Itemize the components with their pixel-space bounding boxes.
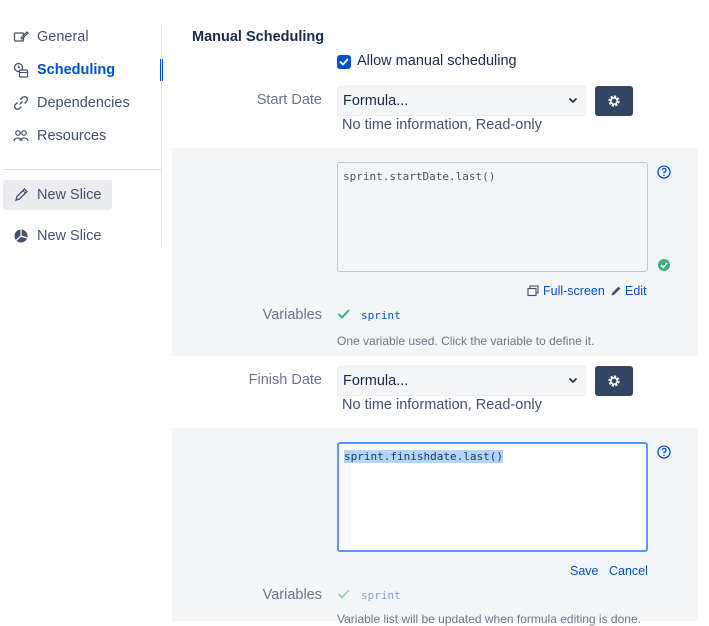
sidebar-slice-1[interactable]: New Slice	[0, 181, 112, 209]
sidebar-item-label: Scheduling	[37, 62, 116, 78]
edit-link[interactable]: Edit	[610, 284, 647, 298]
edit-settings-icon	[12, 28, 30, 46]
section-title: Manual Scheduling	[192, 29, 325, 45]
allow-manual-label: Allow manual scheduling	[357, 53, 517, 69]
allow-manual-checkbox[interactable]	[337, 55, 351, 69]
sidebar: General Scheduling Dependencies Resource…	[0, 0, 163, 621]
fullscreen-icon	[527, 285, 539, 297]
finish-formula-code: sprint.finishdate.last()	[344, 450, 503, 463]
sidebar-border	[161, 26, 162, 248]
start-date-select[interactable]: Formula...	[337, 86, 586, 116]
sidebar-item-label: General	[37, 29, 89, 45]
finish-variable-sprint: sprint	[361, 589, 401, 602]
gear-icon	[608, 375, 620, 387]
pencil-icon	[611, 286, 621, 296]
sidebar-item-general[interactable]: General	[0, 23, 160, 51]
gear-icon	[608, 95, 620, 107]
pencil-icon	[12, 186, 30, 204]
finish-date-settings-button[interactable]	[595, 366, 633, 396]
fullscreen-label: Full-screen	[543, 284, 605, 298]
sidebar-item-resources[interactable]: Resources	[0, 122, 160, 150]
start-variables-note: One variable used. Click the variable to…	[337, 334, 595, 348]
valid-check-icon	[657, 258, 671, 272]
chevron-down-icon	[568, 377, 578, 384]
start-variables-label: Variables	[262, 307, 322, 323]
start-date-settings-button[interactable]	[595, 86, 633, 116]
finish-variables-note: Variable list will be updated when formu…	[337, 612, 641, 626]
calendar-icon	[12, 61, 30, 79]
check-icon	[339, 58, 349, 66]
help-icon[interactable]	[657, 445, 671, 459]
finish-formula-editor[interactable]: sprint.finishdate.last()	[337, 442, 648, 552]
fullscreen-link[interactable]: Full-screen	[527, 284, 605, 298]
finish-date-select-value: Formula...	[343, 373, 409, 389]
finish-date-label: Finish Date	[248, 372, 322, 388]
finish-date-info: No time information, Read-only	[342, 397, 542, 413]
edit-label: Edit	[625, 284, 647, 298]
start-variable-sprint[interactable]: sprint	[361, 309, 401, 322]
start-formula-code: sprint.startDate.last()	[343, 170, 496, 183]
finish-date-select[interactable]: Formula...	[337, 366, 586, 396]
pie-chart-icon	[12, 227, 30, 245]
sidebar-item-label: Dependencies	[37, 95, 130, 111]
save-link[interactable]: Save	[570, 564, 599, 578]
cancel-link[interactable]: Cancel	[609, 564, 648, 578]
chevron-down-icon	[568, 97, 578, 104]
start-date-select-value: Formula...	[343, 93, 409, 109]
sidebar-slice-2[interactable]: New Slice	[0, 222, 160, 250]
start-date-label: Start Date	[256, 92, 322, 108]
check-icon	[337, 587, 351, 605]
finish-variables-label: Variables	[262, 587, 322, 603]
people-icon	[12, 127, 30, 145]
sidebar-item-scheduling[interactable]: Scheduling	[0, 56, 160, 84]
start-formula-editor[interactable]: sprint.startDate.last()	[337, 162, 648, 272]
sidebar-item-label: New Slice	[37, 187, 102, 203]
start-date-info: No time information, Read-only	[342, 117, 542, 133]
check-icon	[337, 307, 351, 325]
sidebar-item-label: New Slice	[37, 228, 102, 244]
sidebar-divider	[3, 169, 161, 170]
help-icon[interactable]	[657, 165, 671, 179]
sidebar-item-label: Resources	[37, 128, 107, 144]
sidebar-item-dependencies[interactable]: Dependencies	[0, 89, 160, 117]
link-icon	[12, 94, 30, 112]
